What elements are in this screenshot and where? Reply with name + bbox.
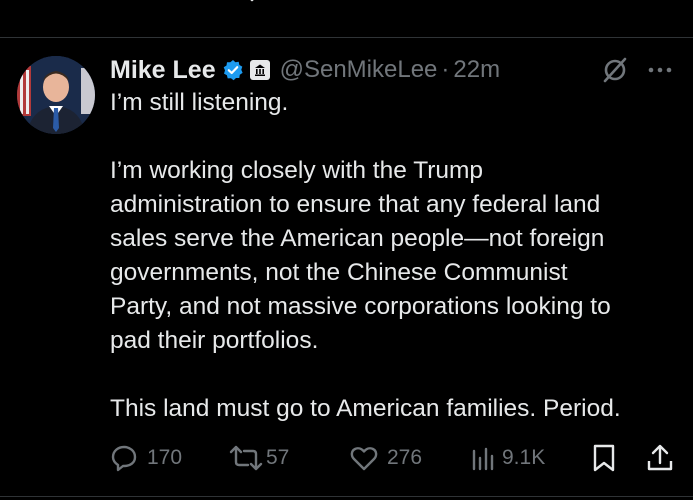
tweet-divider [0,37,693,38]
like-button[interactable]: 276 [349,438,422,478]
views-button[interactable]: 9.1K [470,438,545,478]
grok-icon[interactable] [601,56,629,84]
verified-badge-icon[interactable] [222,59,244,81]
bookmark-icon[interactable] [592,0,618,17]
heart-icon [350,447,378,471]
tweet-divider [0,496,693,497]
tweet-text-line: pad their portfolios. [110,327,319,354]
reply-icon [111,445,137,472]
share-button[interactable] [645,438,675,478]
repost-icon [229,445,263,471]
tweet-timestamp[interactable]: 22m [453,56,500,84]
tweet-text-line: governments, not the Chinese Communist [110,259,568,286]
reply-count: 170 [147,446,183,469]
tweet-text-line: This land must go to American families. … [110,395,621,422]
repost-icon[interactable] [228,0,264,17]
more-icon[interactable] [645,56,675,84]
views-icon [472,447,494,471]
repost-button[interactable]: 57 [228,438,289,478]
share-icon [647,444,673,471]
previous-tweet-actions [0,0,693,12]
tweet-actions: 170 57 276 9.1K [0,438,693,478]
meta-separator: · [441,56,450,83]
author-handle[interactable]: @SenMikeLee [280,56,438,84]
repost-count: 57 [266,446,290,469]
tweet-text-line: sales serve the American people—not fore… [110,225,605,252]
tweet-text-line: I’m still listening. [110,89,289,116]
reply-button[interactable]: 170 [109,438,182,478]
tweet-text-line: administration to ensure that any federa… [110,191,601,218]
tweet-text: I’m still listening. I’m working closely… [110,86,680,426]
senator-portrait-icon [17,56,95,134]
heart-icon[interactable] [350,0,380,17]
view-count: 9.1K [502,446,546,469]
government-badge-icon[interactable] [249,60,270,80]
tweet-header: Mike Lee @SenMikeLee · 22m [110,52,500,88]
tweet-text-line: Party, and not massive corporations look… [110,293,611,320]
tweet-text-line: I’m working closely with the Trump [110,157,484,184]
bookmark-icon [593,444,615,472]
views-icon[interactable] [470,0,506,17]
bookmark-button[interactable] [591,438,617,478]
author-name[interactable]: Mike Lee [110,56,216,85]
avatar[interactable] [17,56,95,134]
share-icon[interactable] [644,0,674,17]
like-count: 276 [387,446,423,469]
reply-icon[interactable] [110,0,140,17]
